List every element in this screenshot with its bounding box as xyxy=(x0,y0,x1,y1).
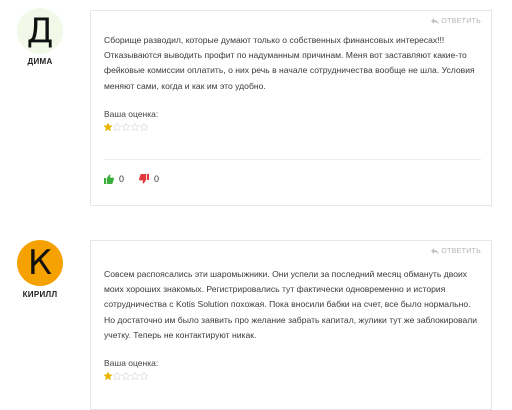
thumbs-up-icon xyxy=(104,174,114,184)
reply-label: ОТВЕТИТЬ xyxy=(441,248,481,255)
thumbs-down-icon xyxy=(139,174,149,184)
comment-card: ОТВЕТИТЬ Совсем распоясались эти шаромыж… xyxy=(90,240,492,410)
dislike-count: 0 xyxy=(154,174,160,184)
reply-label: ОТВЕТИТЬ xyxy=(441,18,481,25)
star-icon[interactable] xyxy=(122,372,130,380)
star-icon[interactable] xyxy=(140,372,148,380)
star-icon[interactable] xyxy=(104,372,112,380)
like-button[interactable]: 0 xyxy=(104,174,124,184)
rating-label: Ваша оценка: xyxy=(104,358,159,368)
rating-label: Ваша оценка: xyxy=(104,109,159,119)
like-count: 0 xyxy=(119,174,125,184)
reply-icon xyxy=(431,248,440,255)
star-icon[interactable] xyxy=(113,372,121,380)
comment-card: ОТВЕТИТЬ Сборище разводил, которые думаю… xyxy=(90,10,492,206)
avatar-letter: Д xyxy=(26,11,54,51)
divider xyxy=(104,159,481,160)
author-name: ДИМА xyxy=(27,57,53,66)
star-icon[interactable] xyxy=(140,123,148,131)
reply-button[interactable]: ОТВЕТИТЬ xyxy=(431,248,481,255)
avatar: К xyxy=(17,240,63,286)
avatar-letter: К xyxy=(27,243,53,283)
dislike-button[interactable]: 0 xyxy=(139,174,159,184)
comment-text: Совсем распоясались эти шаромыжники. Они… xyxy=(104,269,478,340)
star-icon[interactable] xyxy=(122,123,130,131)
author-name: КИРИЛЛ xyxy=(22,290,58,299)
reply-button[interactable]: ОТВЕТИТЬ xyxy=(431,18,481,25)
star-icon[interactable] xyxy=(104,123,112,131)
comment-text: Сборище разводил, которые думают только … xyxy=(104,35,475,91)
star-icon[interactable] xyxy=(113,123,121,131)
star-icon[interactable] xyxy=(131,123,139,131)
star-icon[interactable] xyxy=(131,372,139,380)
rating-stars[interactable] xyxy=(104,123,148,131)
avatar: Д xyxy=(17,8,63,54)
rating-stars[interactable] xyxy=(104,372,148,380)
reply-icon xyxy=(431,18,440,25)
